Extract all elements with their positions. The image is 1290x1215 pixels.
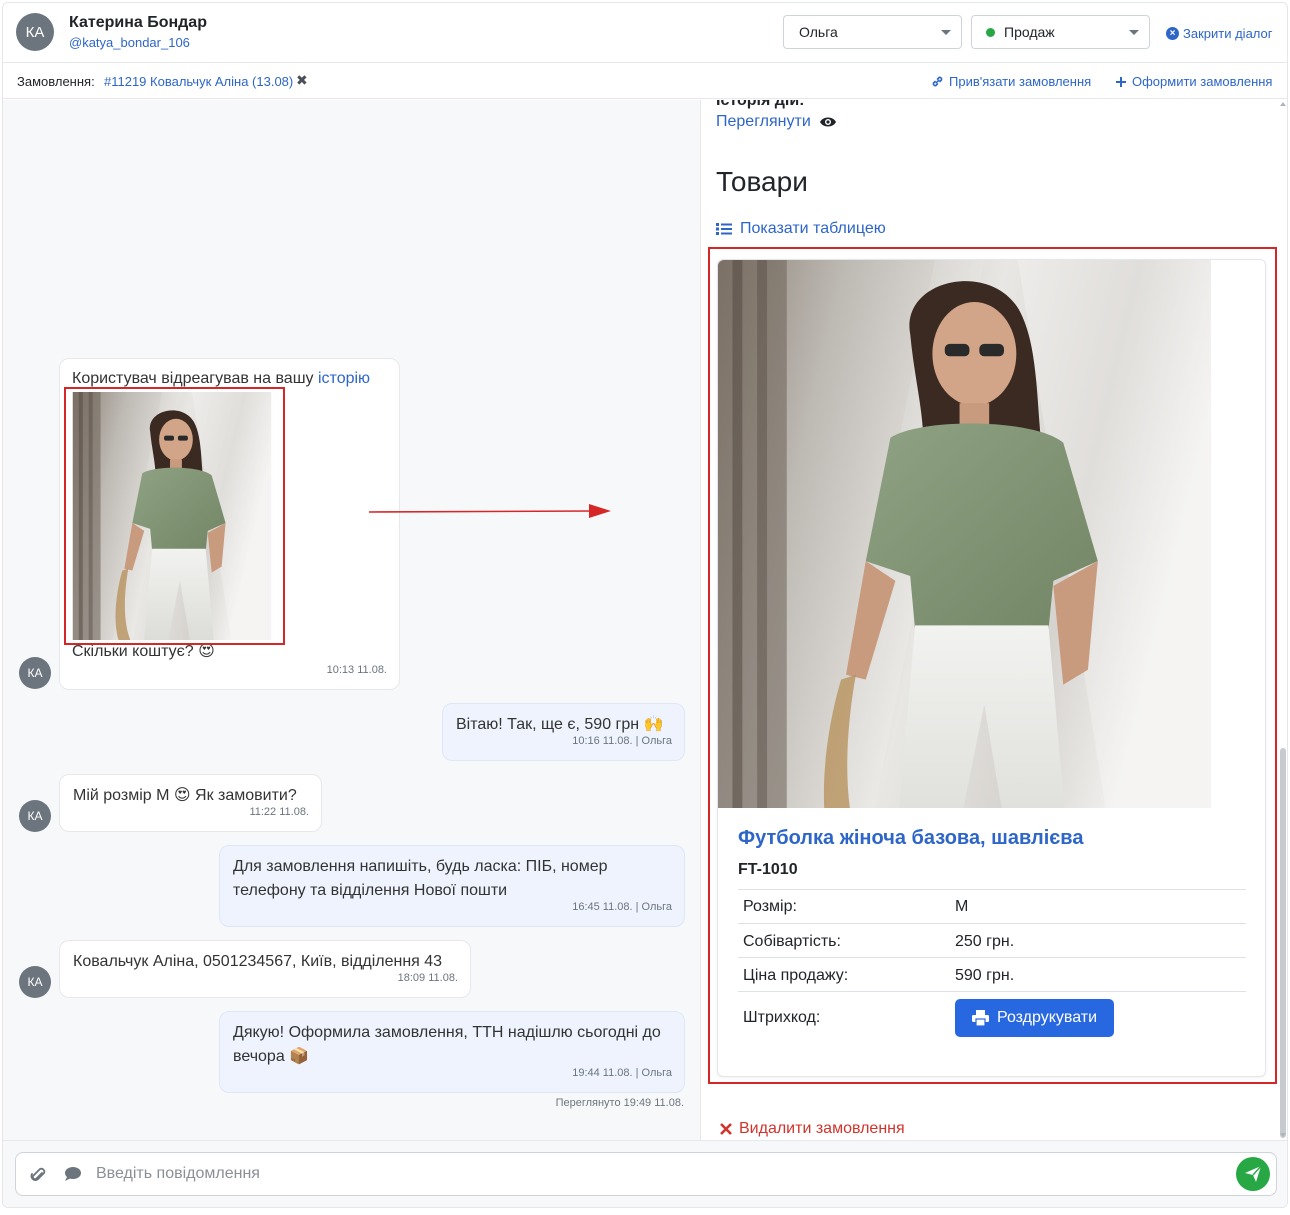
message-input[interactable] [96,1161,1226,1187]
close-circle-icon: × [1166,27,1179,40]
delete-order-button[interactable]: Видалити замовлення [720,1120,905,1138]
order-label: Замовлення: [17,74,95,89]
message-meta: 16:45 11.08. | Ольга [572,901,672,913]
link-order-label: Прив'язати замовлення [949,74,1092,89]
seen-status: Переглянуто 19:49 11.08. [555,1097,684,1109]
message-text: Ковальчук Аліна, 0501234567, Київ, відді… [73,953,443,970]
composer-area [3,1140,1287,1207]
annotation-box [708,247,1277,1084]
linked-order-link[interactable]: #11219 Ковальчук Аліна (13.08) [104,74,293,89]
close-dialog-button[interactable]: × Закрити діалог [1166,26,1273,41]
order-bar: Замовлення: #11219 Ковальчук Аліна (13.0… [3,63,1287,99]
message-text: Користувач відреагував на вашу [72,370,318,387]
history-heading: Історія дій: [716,100,805,109]
status-dot-icon [986,27,995,37]
chat-messages[interactable]: Користувач відреагував на вашу історію С… [3,100,701,1140]
avatar: КА [19,966,51,998]
close-icon [720,1123,732,1135]
manager-select[interactable]: Ольга [783,15,962,49]
avatar: КА [19,800,51,832]
status-select[interactable]: Продаж [971,15,1150,49]
story-link[interactable]: історію [318,370,370,387]
message-outgoing: Вітаю! Так, ще є, 590 грн 🙌 10:16 11.08.… [442,703,685,761]
message-incoming: Мій розмір М 😍 Як замовити? 11:22 11.08. [59,774,322,832]
paperclip-icon[interactable] [30,1166,46,1184]
close-dialog-label: Закрити діалог [1183,26,1273,41]
message-meta: 10:16 11.08. | Ольга [572,735,672,747]
manager-select-value: Ольга [799,24,838,40]
show-table-label: Показати таблицею [740,220,886,237]
plus-icon [1116,76,1126,87]
view-history-label: Переглянути [716,113,811,130]
message-meta: 10:13 11.08. [326,664,387,676]
avatar: КА [16,13,54,51]
app-window: КА Катерина Бондар @katya_bondar_106 Оль… [2,2,1288,1208]
dialog-header: КА Катерина Бондар @katya_bondar_106 Оль… [3,3,1287,63]
delete-order-label: Видалити замовлення [739,1120,905,1137]
goods-heading: Товари [716,166,808,197]
panel-scrollbar[interactable] [1280,748,1286,1138]
annotation-box [64,387,285,645]
eye-icon [819,117,836,127]
scroll-down-arrow[interactable] [1280,1133,1286,1137]
link-icon [932,76,943,87]
message-meta: 11:22 11.08. [249,806,309,818]
message-composer [15,1152,1277,1196]
create-order-label: Оформити замовлення [1132,74,1273,89]
message-meta: 19:44 11.08. | Ольга [572,1067,672,1079]
send-icon [1245,1165,1262,1182]
message-outgoing: Для замовлення напишіть, будь ласка: ПІБ… [219,845,685,927]
scroll-up-arrow[interactable] [1280,102,1286,106]
message-outgoing: Дякую! Оформила замовлення, ТТН надішлю … [219,1011,685,1093]
avatar: КА [19,657,51,689]
contact-handle[interactable]: @katya_bondar_106 [69,35,190,50]
unlink-order-icon[interactable]: ✖ [296,72,308,89]
contact-name: Катерина Бондар [69,14,207,31]
message-incoming: Ковальчук Аліна, 0501234567, Київ, відді… [59,940,471,998]
create-order-button[interactable]: Оформити замовлення [1115,74,1272,89]
link-order-button[interactable]: Прив'язати замовлення [931,74,1091,89]
send-button[interactable] [1236,1157,1270,1191]
view-history-link[interactable]: Переглянути [716,113,837,131]
chat-bubble-icon[interactable] [64,1166,82,1182]
status-select-value: Продаж [1004,24,1055,40]
show-table-link[interactable]: Показати таблицею [716,220,886,238]
chevron-down-icon [941,30,951,35]
message-meta: 18:09 11.08. [397,972,458,984]
list-icon [716,223,732,235]
chevron-down-icon [1129,30,1139,35]
